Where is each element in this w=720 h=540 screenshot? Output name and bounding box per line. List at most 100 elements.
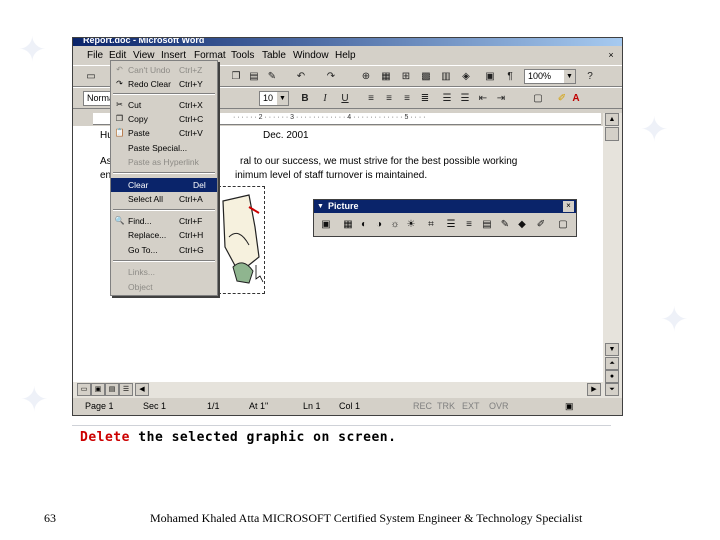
align-center-icon[interactable]: ≡ <box>381 91 397 106</box>
underline-button[interactable]: U <box>337 91 353 106</box>
tables-borders-icon[interactable]: ▦ <box>378 69 394 84</box>
borders-icon[interactable]: ▢ <box>530 91 546 106</box>
columns-icon[interactable]: ▥ <box>438 69 454 84</box>
status-ovr[interactable]: OVR <box>489 401 509 411</box>
align-right-icon[interactable]: ≡ <box>399 91 415 106</box>
menu-item-clear[interactable]: Clear Del <box>111 178 217 192</box>
status-trk[interactable]: TRK <box>437 401 455 411</box>
justify-icon[interactable]: ≣ <box>417 91 433 106</box>
image-control-icon[interactable]: ▦ <box>340 217 356 233</box>
menu-item-select-all[interactable]: Select All Ctrl+A <box>111 192 217 206</box>
outline-view-icon[interactable]: ☰ <box>119 383 133 396</box>
font-color-icon[interactable]: A <box>568 91 584 106</box>
italic-button[interactable]: I <box>317 91 333 106</box>
format-picture-icon[interactable]: ▤ <box>479 217 495 233</box>
scroll-left-icon[interactable]: ◀ <box>135 383 149 396</box>
menu-item-copy[interactable]: ❐ Copy Ctrl+C <box>111 112 217 126</box>
normal-view-icon[interactable]: ▭ <box>77 383 91 396</box>
scroll-down-icon[interactable]: ▼ <box>605 343 619 356</box>
menu-file[interactable]: File <box>87 50 103 61</box>
copy-icon[interactable]: ❐ <box>228 69 244 84</box>
align-left-icon[interactable]: ≡ <box>363 91 379 106</box>
watermark-star-4: ✦ <box>20 380 49 420</box>
picture-frame-icon[interactable]: ▢ <box>555 217 571 233</box>
status-rec[interactable]: REC <box>413 401 432 411</box>
font-size-combo[interactable]: 10 ▼ <box>259 91 289 106</box>
menu-item-shortcut: Ctrl+Z <box>179 65 203 75</box>
menu-item-cut[interactable]: ✂ Cut Ctrl+X <box>111 98 217 112</box>
menu-item-shortcut: Ctrl+C <box>179 114 204 124</box>
menu-window[interactable]: Window <box>293 50 329 61</box>
toolbar-menu-icon[interactable]: ▼ <box>317 200 324 213</box>
web-layout-icon[interactable]: ▣ <box>91 383 105 396</box>
menu-help[interactable]: Help <box>335 50 356 61</box>
menu-item-paste[interactable]: 📋 Paste Ctrl+V <box>111 126 217 140</box>
less-brightness-icon[interactable]: ☀ <box>403 217 419 233</box>
font-size-value: 10 <box>263 93 274 103</box>
document-map-icon[interactable]: ▣ <box>482 69 498 84</box>
vertical-scrollbar[interactable]: ▲ ▼ ⏶ ● ⏷ <box>603 113 622 398</box>
menu-item-paste-special[interactable]: Paste Special... <box>111 141 217 155</box>
menu-item-paste-hyperlink[interactable]: Paste as Hyperlink <box>111 155 217 169</box>
menu-item-shortcut: Ctrl+Y <box>179 79 203 89</box>
menu-item-replace[interactable]: Replace... Ctrl+H <box>111 228 217 242</box>
insert-excel-icon[interactable]: ▩ <box>418 69 434 84</box>
crop-icon[interactable]: ⌗ <box>423 217 439 233</box>
status-column: Col 1 <box>339 401 361 411</box>
menu-item-find[interactable]: 🔍 Find... Ctrl+F <box>111 214 217 228</box>
show-hide-icon[interactable]: ¶ <box>502 69 518 84</box>
scroll-thumb[interactable] <box>605 127 619 141</box>
doc-close-icon[interactable]: × <box>605 50 617 62</box>
menu-item-object[interactable]: Object <box>111 280 217 294</box>
menu-separator <box>113 260 215 262</box>
spelling-status-icon[interactable]: ▣ <box>565 401 574 412</box>
hyperlink-icon[interactable]: ⊕ <box>358 69 374 84</box>
scroll-up-icon[interactable]: ▲ <box>605 113 619 126</box>
caption-rest: the selected graphic on screen. <box>138 430 397 445</box>
less-contrast-icon[interactable]: ◑ <box>371 217 387 233</box>
reset-picture-icon[interactable]: ◆ <box>514 217 530 233</box>
menu-item-undo[interactable]: ↶ Can't Undo Ctrl+Z <box>111 63 217 77</box>
previous-page-icon[interactable]: ⏶ <box>605 357 619 370</box>
scroll-right-icon[interactable]: ▶ <box>587 383 601 396</box>
horizontal-scrollbar[interactable]: ▭ ▣ ▤ ☰ ◀ ▶ <box>73 382 603 398</box>
selected-clipart-graphic[interactable] <box>218 186 265 294</box>
menu-tools[interactable]: Tools <box>231 50 254 61</box>
chevron-down-icon[interactable]: ▼ <box>564 70 575 83</box>
numbering-icon[interactable]: ☰ <box>439 91 455 106</box>
print-layout-icon[interactable]: ▤ <box>105 383 119 396</box>
status-ext[interactable]: EXT <box>462 401 480 411</box>
text-wrapping-icon[interactable]: ≡ <box>461 217 477 233</box>
bullets-icon[interactable]: ☰ <box>457 91 473 106</box>
menu-table[interactable]: Table <box>262 50 286 61</box>
paste-icon[interactable]: ▤ <box>246 69 262 84</box>
style-combo[interactable]: Normal <box>83 91 116 106</box>
close-icon[interactable]: × <box>563 201 574 212</box>
new-document-icon[interactable]: ▭ <box>83 69 99 84</box>
insert-table-icon[interactable]: ⊞ <box>398 69 414 84</box>
zoom-combo[interactable]: 100% ▼ <box>524 69 576 84</box>
undo-icon[interactable]: ↶ <box>293 69 309 84</box>
menu-item-go-to[interactable]: Go To... Ctrl+G <box>111 243 217 257</box>
bold-button[interactable]: B <box>297 91 313 106</box>
chevron-down-icon[interactable]: ▼ <box>277 92 288 105</box>
line-style-icon[interactable]: ☰ <box>443 217 459 233</box>
help-icon[interactable]: ? <box>582 69 598 84</box>
menu-item-redo[interactable]: ↷ Redo Clear Ctrl+Y <box>111 77 217 91</box>
next-page-icon[interactable]: ⏷ <box>605 383 619 396</box>
select-browse-object-icon[interactable]: ● <box>605 370 619 383</box>
edit-picture-icon[interactable]: ✐ <box>533 217 549 233</box>
drawing-icon[interactable]: ◈ <box>458 69 474 84</box>
picture-toolbar-title-text: Picture <box>328 201 359 211</box>
slide-number: 63 <box>44 511 56 525</box>
format-painter-icon[interactable]: ✎ <box>264 69 280 84</box>
more-contrast-icon[interactable]: ◐ <box>356 217 372 233</box>
more-brightness-icon[interactable]: ☼ <box>387 217 403 233</box>
picture-toolbar-title[interactable]: ▼ Picture <box>314 200 576 213</box>
decrease-indent-icon[interactable]: ⇤ <box>475 91 491 106</box>
menu-item-links[interactable]: Links... <box>111 265 217 279</box>
redo-icon[interactable]: ↷ <box>323 69 339 84</box>
increase-indent-icon[interactable]: ⇥ <box>493 91 509 106</box>
set-transparent-color-icon[interactable]: ✎ <box>497 217 513 233</box>
insert-picture-icon[interactable]: ▣ <box>318 217 334 233</box>
